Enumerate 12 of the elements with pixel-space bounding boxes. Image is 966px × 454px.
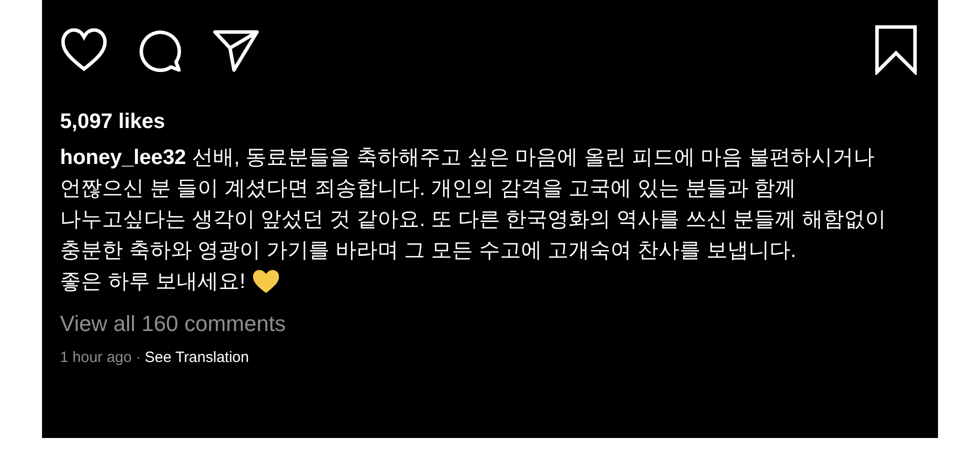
- separator-dot: ·: [136, 349, 141, 366]
- heart-icon: [252, 269, 280, 294]
- comment-icon[interactable]: [138, 28, 182, 72]
- send-icon[interactable]: [212, 28, 260, 72]
- caption-text: 좋은 하루 보내세요!: [60, 269, 246, 295]
- likes-count: 5,097 likes: [60, 110, 166, 134]
- timestamp: 1 hour ago: [60, 349, 132, 366]
- bookmark-icon[interactable]: [874, 25, 918, 75]
- caption-text: honey_lee32 선배, 동료분들을 축하해주고 싶은 마음에 올린 피드에 마음 불편하시거나 언짢으신 분 들이 계셨다면 죄송합니다. 개인의 감격을 고국에 있는 분들과 함께 나누고싶다는 생각이 앞섰던 것 같아요. 또 다른 한국영화의 역사를 쓰신 분들께 해함없이 충분한 축하와 영광이 가기를 바라며 그 모든 수고에 고개숙여 찬사를 보냅니다.: [60, 145, 888, 264]
- see-translation-link[interactable]: See Translation: [144, 349, 249, 366]
- view-comments-link[interactable]: View all 160 comments: [60, 311, 918, 337]
- heart-icon[interactable]: [60, 28, 108, 72]
